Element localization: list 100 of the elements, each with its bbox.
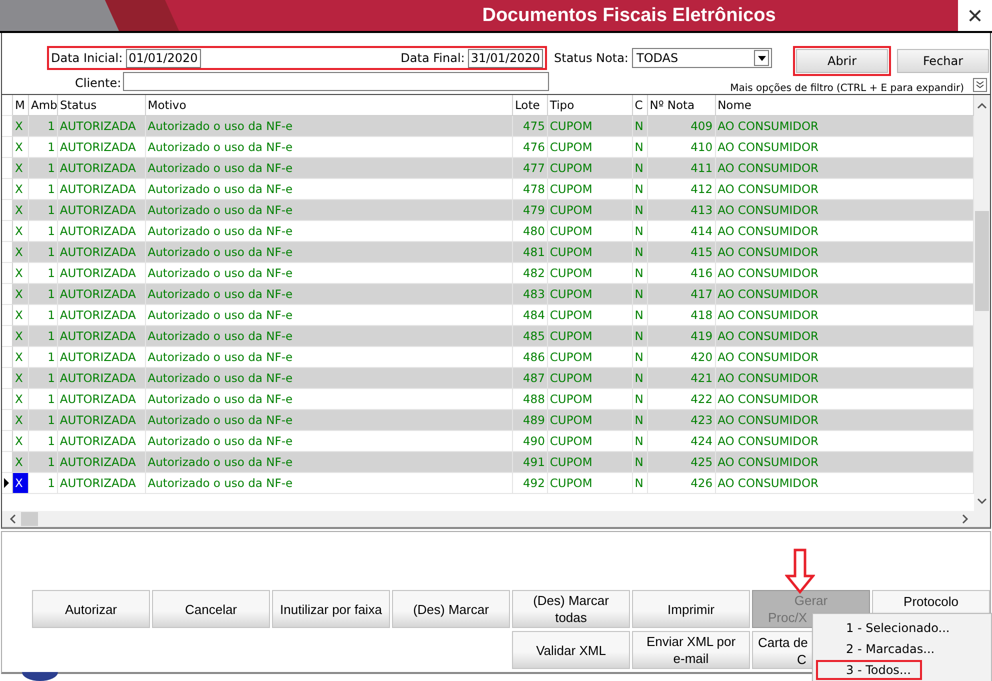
table-cell: N: [632, 116, 648, 137]
menu-item[interactable]: 3 - Todos...: [816, 660, 922, 680]
row-header-cell[interactable]: [2, 326, 13, 347]
table-cell: 492: [512, 473, 548, 494]
table-cell: CUPOM: [548, 116, 633, 137]
row-header-cell[interactable]: [2, 179, 13, 200]
table-cell: CUPOM: [548, 284, 633, 305]
table-cell: X: [12, 242, 29, 263]
field-label: Cliente:: [75, 76, 122, 90]
table-cell: N: [632, 158, 648, 179]
table-cell: Autorizado o uso da NF-e: [146, 326, 513, 347]
table-cell: X: [12, 284, 29, 305]
date-field[interactable]: 31/01/2020: [468, 48, 543, 68]
table-cell: AUTORIZADA: [58, 158, 146, 179]
table-cell: N: [632, 242, 648, 263]
table-cell: 1: [28, 242, 58, 263]
table-cell: 1: [28, 368, 58, 389]
row-header-cell[interactable]: [2, 452, 13, 473]
table-cell: N: [632, 452, 648, 473]
table-cell: 1: [28, 326, 58, 347]
table-cell: 1: [28, 284, 58, 305]
table-cell: N: [632, 326, 648, 347]
table-cell: X: [12, 410, 29, 431]
row-header-cell[interactable]: [2, 347, 13, 368]
table-cell: X: [12, 368, 29, 389]
table-cell: 425: [648, 452, 716, 473]
table-cell: AO CONSUMIDOR: [716, 326, 974, 347]
logo-icon: [22, 672, 58, 681]
row-header-cell[interactable]: [2, 200, 13, 221]
table-cell: CUPOM: [548, 452, 633, 473]
client-field[interactable]: [123, 72, 549, 91]
table-cell: AUTORIZADA: [58, 473, 146, 494]
row-header-cell[interactable]: [2, 284, 13, 305]
action-button[interactable]: (Des) Marcar todas: [512, 590, 630, 628]
table-cell: 419: [648, 326, 716, 347]
row-header-cell[interactable]: [2, 389, 13, 410]
row-header-cell[interactable]: [2, 263, 13, 284]
table-cell: 417: [648, 284, 716, 305]
table-cell: AUTORIZADA: [58, 452, 146, 473]
table-cell: AO CONSUMIDOR: [716, 284, 974, 305]
table-cell: 1: [28, 473, 58, 494]
vertical-scrollbar[interactable]: [974, 95, 990, 511]
table-cell: CUPOM: [548, 242, 633, 263]
action-button[interactable]: Cancelar: [152, 590, 270, 628]
row-header-cell[interactable]: [2, 221, 13, 242]
table-cell: Autorizado o uso da NF-e: [146, 368, 513, 389]
table-cell: 489: [512, 410, 548, 431]
expand-icon[interactable]: [973, 78, 987, 92]
table-cell: 423: [648, 410, 716, 431]
row-header-cell[interactable]: [2, 305, 13, 326]
action-button[interactable]: Validar XML: [512, 631, 630, 669]
table-cell: 479: [512, 200, 548, 221]
table-cell: CUPOM: [548, 410, 633, 431]
table-cell: AO CONSUMIDOR: [716, 200, 974, 221]
table-cell: X: [12, 158, 29, 179]
table-cell: 1: [28, 158, 58, 179]
table-cell: X: [12, 200, 29, 221]
down-arrow-drawing: [785, 548, 815, 594]
table-cell: Autorizado o uso da NF-e: [146, 473, 513, 494]
row-header-cell[interactable]: [2, 158, 13, 179]
action-button[interactable]: Inutilizar por faixa: [272, 590, 390, 628]
horizontal-scrollbar[interactable]: [2, 511, 990, 527]
table-cell: 426: [648, 473, 716, 494]
date-field[interactable]: 01/01/2020: [126, 48, 201, 68]
table-cell: N: [632, 410, 648, 431]
table-cell: 477: [512, 158, 548, 179]
table-cell: Autorizado o uso da NF-e: [146, 158, 513, 179]
table-cell: 475: [512, 116, 548, 137]
action-button[interactable]: Imprimir: [632, 590, 750, 628]
action-button[interactable]: Fechar: [897, 49, 989, 73]
row-header-cell[interactable]: [2, 410, 13, 431]
row-header-cell[interactable]: [2, 116, 13, 137]
dropdown-arrow-icon: [758, 56, 766, 60]
table-cell: 409: [648, 116, 716, 137]
table-cell: N: [632, 368, 648, 389]
action-button[interactable]: Enviar XML por e-mail: [632, 631, 750, 669]
table-cell: 481: [512, 242, 548, 263]
table-cell: 485: [512, 326, 548, 347]
action-button[interactable]: Abrir: [796, 49, 888, 73]
table-cell: AO CONSUMIDOR: [716, 158, 974, 179]
table-cell: 411: [648, 158, 716, 179]
table-cell: 413: [648, 200, 716, 221]
table-cell: 421: [648, 368, 716, 389]
table-cell: CUPOM: [548, 326, 633, 347]
table-cell: AUTORIZADA: [58, 326, 146, 347]
table-cell: X: [12, 326, 29, 347]
table-cell: Autorizado o uso da NF-e: [146, 284, 513, 305]
action-button[interactable]: Autorizar: [32, 590, 150, 628]
table-cell: 487: [512, 368, 548, 389]
table-cell: AUTORIZADA: [58, 284, 146, 305]
table-cell: N: [632, 200, 648, 221]
row-header-cell[interactable]: [2, 242, 13, 263]
status-dropdown[interactable]: TODAS: [632, 48, 772, 68]
table-cell: X: [12, 116, 29, 137]
row-header-cell[interactable]: [2, 368, 13, 389]
row-header-cell[interactable]: [2, 431, 13, 452]
table-cell: N: [632, 284, 648, 305]
row-header-cell[interactable]: [2, 473, 13, 494]
row-header-cell[interactable]: [2, 137, 13, 158]
action-button[interactable]: (Des) Marcar: [392, 590, 510, 628]
